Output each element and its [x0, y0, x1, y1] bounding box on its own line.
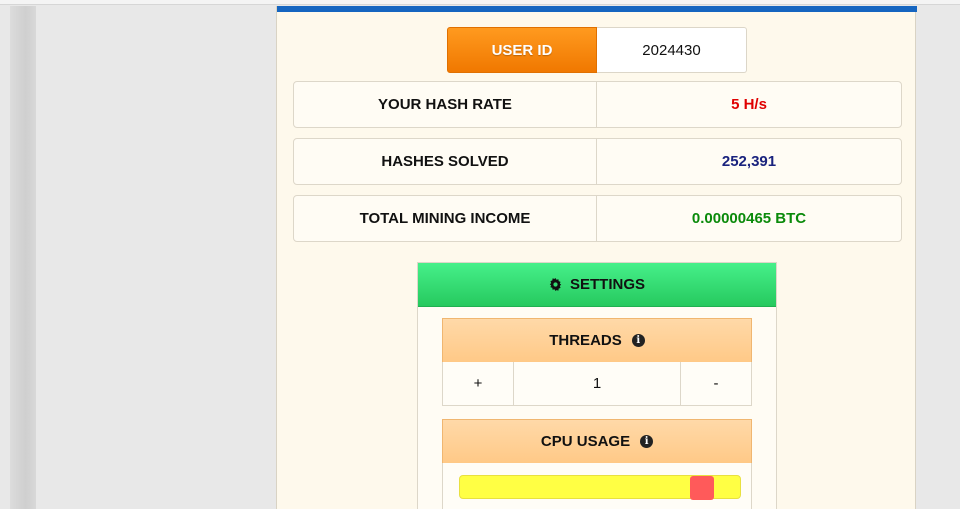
settings-panel: SETTINGS THREADS i + 1 - CPU USAGE i	[417, 262, 777, 509]
stat-value: 0.00000465 BTC	[691, 210, 807, 227]
left-scroll-strip	[10, 6, 36, 509]
user-id-value: 2024430	[597, 27, 747, 73]
stat-label: TOTAL MINING INCOME	[294, 196, 597, 241]
stat-row-hashes-solved: HASHES SOLVED 252,391	[293, 138, 902, 185]
cpu-usage-label: CPU USAGE	[540, 433, 631, 450]
stat-label: HASHES SOLVED	[294, 139, 597, 184]
info-icon[interactable]: i	[640, 435, 654, 448]
gear-icon	[549, 278, 562, 291]
threads-header: THREADS i	[442, 318, 752, 363]
left-empty-panel	[36, 6, 276, 509]
cpu-usage-slider[interactable]	[459, 475, 741, 500]
browser-top-edge	[0, 0, 960, 5]
threads-value: 1	[513, 362, 681, 405]
info-icon[interactable]: i	[631, 334, 645, 347]
settings-title: SETTINGS	[569, 276, 645, 293]
stat-value: 5 H/s	[731, 96, 767, 113]
settings-header[interactable]: SETTINGS	[418, 263, 776, 307]
stat-row-total-income: TOTAL MINING INCOME 0.00000465 BTC	[293, 195, 902, 242]
threads-decrease-button[interactable]: -	[681, 362, 751, 405]
threads-increase-button[interactable]: +	[443, 362, 513, 405]
threads-label: THREADS	[549, 332, 622, 349]
top-accent-bar	[277, 6, 917, 12]
cpu-usage-header: CPU USAGE i	[442, 419, 752, 464]
stat-row-hash-rate: YOUR HASH RATE 5 H/s	[293, 81, 902, 128]
mining-dashboard: USER ID 2024430 YOUR HASH RATE 5 H/s HAS…	[276, 6, 917, 509]
user-id-label: USER ID	[447, 27, 597, 73]
cpu-usage-body	[442, 463, 752, 509]
user-id-box: USER ID 2024430	[447, 27, 747, 73]
right-empty-panel	[916, 6, 960, 509]
cpu-usage-slider-handle[interactable]	[690, 476, 714, 500]
stat-label: YOUR HASH RATE	[294, 82, 597, 127]
stat-value: 252,391	[721, 153, 777, 170]
threads-stepper: + 1 -	[442, 362, 752, 406]
